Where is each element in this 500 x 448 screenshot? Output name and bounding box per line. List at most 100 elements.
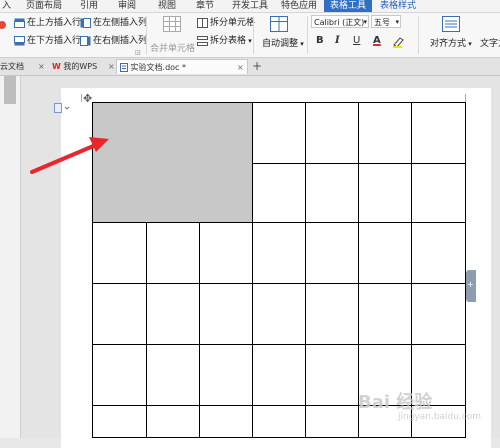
table-cell[interactable] (253, 345, 306, 406)
table-cell[interactable] (200, 406, 253, 438)
table-cell[interactable] (93, 345, 147, 406)
menu-chapter[interactable]: 章节 (196, 0, 218, 12)
table-cell[interactable] (253, 406, 306, 438)
table-cell[interactable] (200, 345, 253, 406)
table-cell[interactable] (306, 164, 359, 223)
merged-cell-selected[interactable] (93, 103, 253, 223)
insert-row-above-icon (14, 18, 25, 28)
table-cell[interactable] (359, 223, 412, 284)
insert-row-below-label: 在下方插入行 (27, 36, 82, 46)
table-cell[interactable] (359, 164, 412, 223)
cell-border (252, 103, 253, 223)
split-cells-button[interactable]: 拆分单元格 (197, 16, 255, 30)
table-cell[interactable] (306, 103, 359, 164)
menu-table-tools[interactable]: 表格工具 (324, 0, 372, 12)
insert-col-left-icon (80, 17, 91, 28)
insert-col-right-icon (80, 35, 91, 46)
table-cell[interactable] (412, 103, 466, 164)
close-icon[interactable]: × (108, 59, 115, 74)
merge-cells-button[interactable]: 合并单元格 (150, 42, 195, 56)
highlight-icon[interactable] (392, 36, 408, 48)
split-table-label: 拆分表格 (210, 36, 247, 46)
menu-bar: 入 页面布局 引用 审阅 视图 章节 开发工具 特色应用 表格工具 表格样式 (0, 0, 500, 13)
table-cell[interactable] (93, 406, 147, 438)
table-border-top (92, 102, 466, 103)
table-cell[interactable] (147, 345, 200, 406)
table-cell[interactable] (147, 284, 200, 345)
insert-col-left-label: 在左侧插入列 (93, 18, 148, 28)
table-cell[interactable] (412, 164, 466, 223)
insert-row-below-button[interactable]: 在下方插入行 (14, 34, 81, 48)
table-cell[interactable] (200, 223, 253, 284)
italic-button[interactable]: I (335, 35, 340, 47)
tab-cloud-docs[interactable]: 云文档 × (0, 59, 45, 74)
paragraph-marker-icon[interactable] (54, 103, 72, 113)
side-panel-toggle[interactable]: + (466, 270, 476, 302)
wps-logo-icon: W (52, 62, 61, 71)
delete-icon[interactable] (0, 17, 8, 33)
dialog-launcher-icon[interactable]: ◲ (135, 49, 141, 56)
plus-icon: + (467, 280, 474, 289)
vertical-ruler[interactable] (0, 76, 21, 438)
ribbon-separator (307, 16, 308, 54)
table-cell[interactable] (253, 284, 306, 345)
table-cell[interactable] (147, 223, 200, 284)
menu-developer[interactable]: 开发工具 (232, 0, 274, 12)
table-cell[interactable] (253, 164, 306, 223)
tab-experiment-doc-label: 实验文档.doc * (130, 63, 187, 72)
underline-button[interactable]: U (353, 35, 360, 47)
table-cell[interactable] (306, 223, 359, 284)
insert-col-right-button[interactable]: 在右侧插入列 (80, 34, 147, 48)
watermark-main: Bai 经验 (358, 392, 433, 413)
insert-row-above-button[interactable]: 在上方插入行 (14, 16, 81, 30)
close-icon[interactable]: × (237, 60, 244, 75)
table-move-handle-icon[interactable]: ✥ (83, 93, 95, 105)
chevron-down-icon: ▾ (363, 18, 367, 26)
split-cells-icon (197, 17, 208, 28)
menu-view[interactable]: 视图 (158, 0, 180, 12)
menu-insert[interactable]: 入 (2, 0, 16, 12)
tab-my-wps[interactable]: W 我的WPS × (52, 59, 115, 74)
ribbon-toolbar: 在上方插入行 在左侧插入列 在下方插入行 在右侧插入列 ◲ 合并单元格 拆分单元… (0, 13, 500, 58)
insert-col-left-button[interactable]: 在左侧插入列 (80, 16, 147, 30)
align-button[interactable]: 对齐方式 ▾ (430, 37, 472, 51)
ruler-margin-shade (4, 76, 16, 104)
new-tab-button[interactable]: + (252, 59, 264, 74)
table-cell[interactable] (253, 223, 306, 284)
chevron-down-icon: ▾ (395, 18, 399, 26)
bold-button[interactable]: B (316, 35, 324, 47)
table-cell[interactable] (359, 284, 412, 345)
autofit-button[interactable]: 自动调整 ▾ (262, 37, 304, 51)
table-cell[interactable] (147, 406, 200, 438)
page-corner-mark (465, 94, 466, 102)
table-cell[interactable] (306, 284, 359, 345)
font-name-select[interactable]: Calibri (正文) ▾ (311, 15, 369, 28)
text-direction-button[interactable]: 文字方 (480, 37, 500, 51)
insert-row-above-label: 在上方插入行 (27, 18, 82, 28)
font-color-button[interactable]: A (373, 35, 381, 47)
menu-review[interactable]: 审阅 (118, 0, 140, 12)
ribbon-separator (418, 16, 419, 54)
menu-features[interactable]: 特色应用 (281, 0, 323, 12)
table-cell[interactable] (412, 223, 466, 284)
table-cell[interactable] (306, 406, 359, 438)
table-cell[interactable] (253, 103, 306, 164)
close-icon[interactable]: × (38, 59, 45, 74)
menu-table-style[interactable]: 表格样式 (374, 0, 422, 12)
table-cell[interactable] (306, 345, 359, 406)
menu-page-layout[interactable]: 页面布局 (26, 0, 66, 12)
page-corner-mark (81, 94, 82, 102)
menu-references[interactable]: 引用 (80, 0, 102, 12)
table-cell[interactable] (359, 103, 412, 164)
tab-experiment-doc[interactable]: 实验文档.doc * × (116, 59, 248, 74)
table-cell[interactable] (93, 223, 147, 284)
split-cells-label: 拆分单元格 (210, 18, 256, 28)
autofit-icon (270, 16, 288, 32)
table-cell[interactable] (93, 284, 147, 345)
merge-cells-icon (163, 16, 181, 32)
doc-icon (120, 63, 128, 72)
split-table-button[interactable]: 拆分表格 ▾ (197, 34, 252, 48)
font-size-select[interactable]: 五号 ▾ (371, 15, 401, 28)
table-cell[interactable] (200, 284, 253, 345)
table-cell[interactable] (412, 284, 466, 345)
